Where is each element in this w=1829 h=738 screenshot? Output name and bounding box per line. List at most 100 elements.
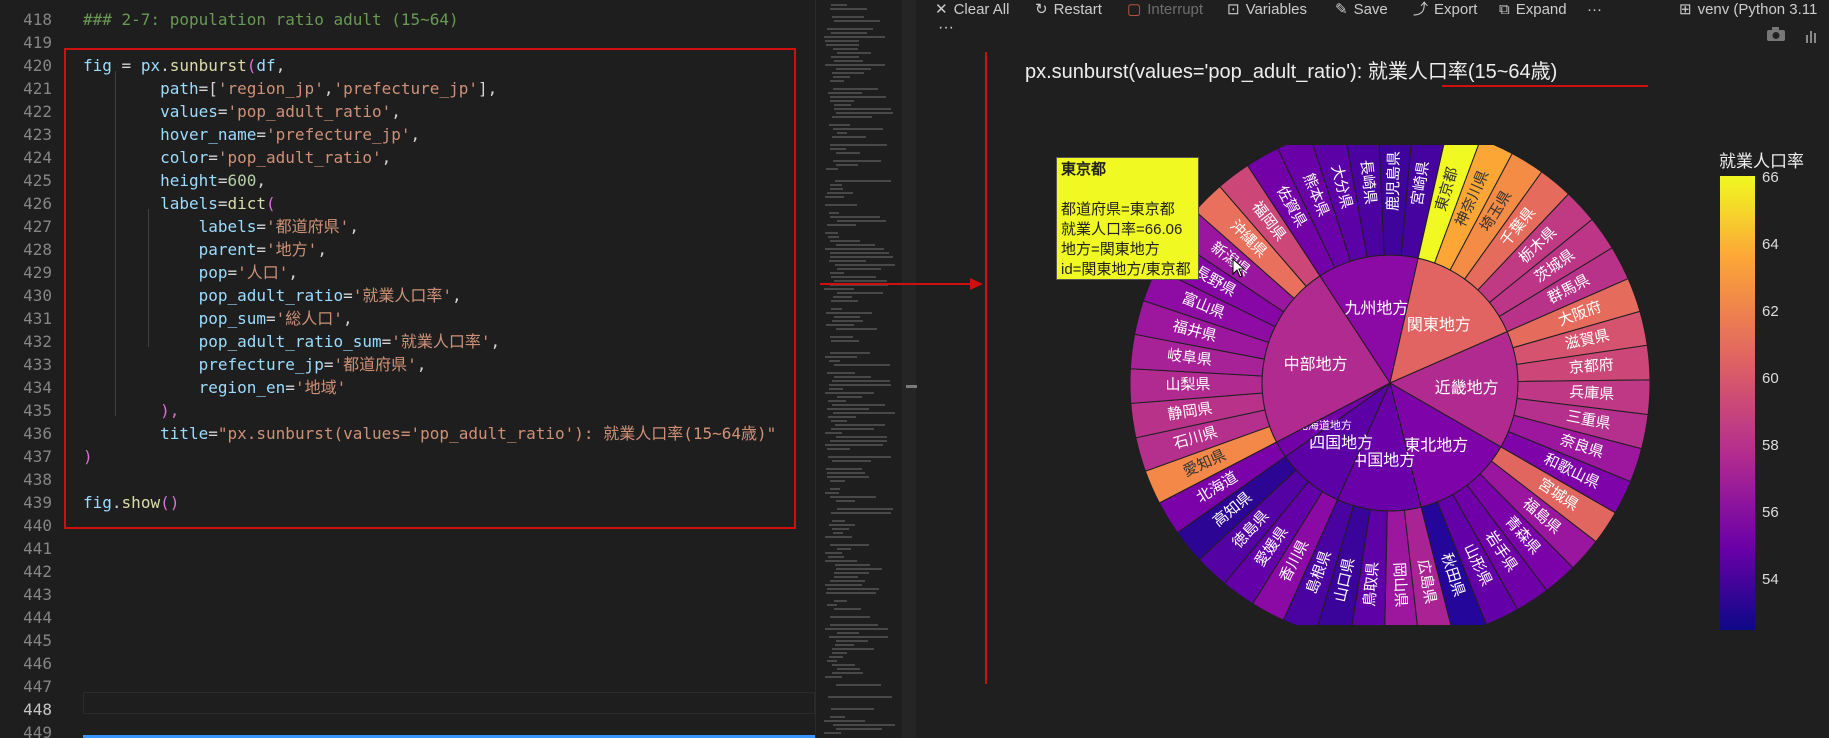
minimap-line (825, 64, 885, 66)
minimap-line (831, 708, 874, 710)
minimap-line (825, 676, 842, 678)
line-number: 428 (23, 240, 52, 259)
minimap-line (827, 192, 853, 194)
expand-button[interactable]: ⧉ Expand (1499, 0, 1567, 22)
minimap-line (829, 212, 839, 214)
minimap-line (831, 308, 842, 310)
sunburst-region-label: 中部地方 (1284, 356, 1348, 374)
minimap-line (829, 524, 855, 526)
minimap-line (836, 728, 882, 730)
minimap-line (825, 204, 857, 206)
minimap-line (836, 152, 860, 154)
line-number: 433 (23, 355, 52, 374)
camera-icon[interactable] (1766, 26, 1788, 46)
save-button[interactable]: ✎ Save (1335, 0, 1388, 22)
kernel-label: venv (Python 3.11 (1697, 1, 1818, 18)
minimap-line (825, 536, 852, 538)
save-icon: ✎ (1335, 1, 1348, 18)
colorbar-tick-label: 66 (1762, 169, 1779, 186)
sunburst-prefecture-label: 兵庫県 (1569, 384, 1615, 403)
minimap-line (827, 28, 873, 30)
line-number: 446 (23, 654, 52, 673)
minimap-line (833, 88, 878, 90)
line-number: 441 (23, 539, 52, 558)
sunburst-chart[interactable]: 九州地方佐賀県熊本県大分県 長崎県 鹿児島県 宮崎県関東地方東京都神奈川県埼玉県千葉県… (1130, 145, 1650, 625)
line-number: 420 (23, 56, 52, 75)
minimap-line (828, 92, 862, 94)
scrollbar-track[interactable] (902, 0, 916, 738)
minimap-line (830, 440, 887, 442)
code-line[interactable]: ### 2-7: population ratio adult (15~64) (83, 8, 459, 31)
line-number: 449 (23, 723, 52, 738)
minimap-line (828, 456, 891, 458)
hover-tooltip: 東京都 都道府県=東京都 就業人口率=66.06 地方=関東地方 id=関東地方… (1056, 157, 1199, 280)
clear-all-label: Clear All (953, 1, 1010, 18)
sunburst-region-label: 四国地方 (1309, 434, 1373, 452)
line-number: 447 (23, 677, 52, 696)
line-number: 438 (23, 470, 52, 489)
line-number: 424 (23, 148, 52, 167)
tooltip-title: 東京都 (1061, 161, 1107, 178)
export-button[interactable]: ⤴ Export (1413, 0, 1477, 22)
output-more-button[interactable]: ··· (938, 18, 954, 40)
minimap-line (832, 460, 871, 462)
minimap-line (832, 520, 845, 522)
indent-guide (148, 209, 149, 347)
minimap-line (828, 556, 844, 558)
code-editor[interactable]: 418 419 420 421 422 423 424 425 426 427 428 429 430 4… (0, 0, 815, 738)
plotly-logo-icon[interactable] (1806, 28, 1818, 47)
minimap-line (830, 240, 860, 242)
stop-icon: ▢ (1127, 1, 1142, 18)
minimap-line (829, 656, 843, 658)
minimap-line (828, 400, 846, 402)
minimap-line (827, 224, 856, 226)
minimap-line (825, 40, 859, 42)
kernel-picker[interactable]: ⊞ venv (Python 3.11 (1679, 0, 1817, 22)
tooltip-line: 就業人口率=66.06 (1061, 221, 1183, 238)
expand-label: Expand (1515, 1, 1567, 18)
minimap-line (836, 68, 871, 70)
interrupt-button[interactable]: ▢ Interrupt (1127, 0, 1203, 22)
minimap-line (837, 668, 860, 670)
minimap-line (832, 664, 855, 666)
line-number-gutter: 418 419 420 421 422 423 424 425 426 427 428 429 430 4… (0, 0, 62, 738)
minimap-line (827, 588, 879, 590)
colorbar (1720, 176, 1755, 630)
minimap-line (837, 268, 881, 270)
minimap-line (837, 220, 886, 222)
minimap-line (830, 216, 880, 218)
minimap-line (835, 564, 870, 566)
line-number: 431 (23, 309, 52, 328)
line-number: 430 (23, 286, 52, 305)
minimap-line (832, 528, 849, 530)
minimap-line (825, 432, 842, 434)
variables-button[interactable]: ⊡ Variables (1227, 0, 1307, 22)
sunburst-region-label: 近畿地方 (1435, 379, 1499, 397)
line-number: 432 (23, 332, 52, 351)
output-left-marker (985, 52, 987, 684)
colorbar-tick-label: 60 (1762, 369, 1779, 387)
minimap-line (830, 100, 854, 102)
minimap-line (832, 652, 847, 654)
restart-button[interactable]: ↻ Restart (1035, 0, 1102, 22)
minimap-line (837, 52, 871, 54)
line-number: 434 (23, 378, 52, 397)
line-number: 443 (23, 585, 52, 604)
minimap-line (830, 80, 844, 82)
minimap-line (825, 492, 839, 494)
minimap-line (833, 412, 895, 414)
mouse-pointer-icon (1232, 257, 1246, 282)
sunburst-prefecture-label: 京都府 (1568, 356, 1614, 376)
minimap-line (837, 396, 862, 398)
red-arrow-annotation (820, 278, 983, 290)
colorbar-tick-label: 58 (1762, 436, 1779, 454)
sunburst-region-label: 関東地方 (1407, 316, 1471, 334)
line-number: 437 (23, 447, 52, 466)
line-number: 439 (23, 493, 52, 512)
minimap-line (829, 260, 866, 262)
minimap-line (828, 696, 892, 698)
minimap-line (831, 428, 874, 430)
minimap-line (830, 144, 887, 146)
minimap-line (832, 320, 863, 322)
more-actions-button[interactable]: ··· (1587, 0, 1602, 22)
